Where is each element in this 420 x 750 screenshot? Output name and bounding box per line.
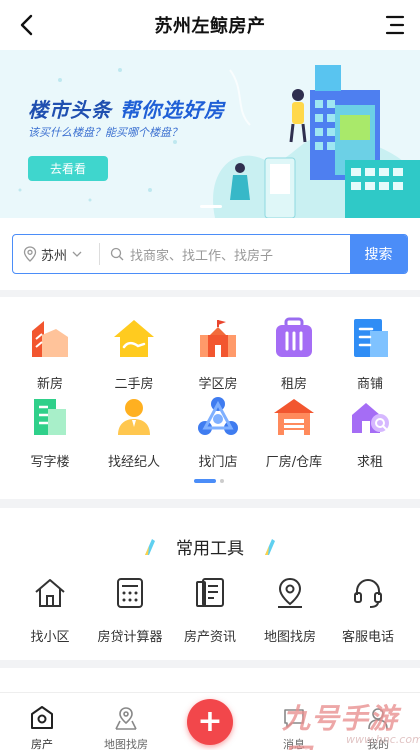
chevron-left-icon[interactable] xyxy=(14,12,40,38)
title-decoration-icon xyxy=(265,539,275,555)
category-label: 租房 xyxy=(280,377,307,392)
category-label: 二手房 xyxy=(114,377,154,392)
app-page: 苏州左鲸房产 楼市头条 帮你选好房 该买什么楼盘？能买哪个楼盘？ 去看看 苏州 … xyxy=(0,0,420,750)
banner-subtitle: 该买什么楼盘？能买哪个楼盘？ xyxy=(28,126,182,139)
top-bar: 苏州左鲸房产 xyxy=(0,0,420,50)
nav-item-messages[interactable]: 消息 xyxy=(252,705,336,750)
tools-title: 常用工具 xyxy=(176,539,244,559)
category-label: 找门店 xyxy=(198,455,238,470)
category-rent[interactable]: 租房 xyxy=(252,317,336,392)
nav-label: 地图找房 xyxy=(104,738,148,750)
category-pagination xyxy=(194,479,224,483)
pager-dot xyxy=(220,479,224,483)
tool-label: 房产资讯 xyxy=(183,630,236,645)
category-label: 厂房/仓库 xyxy=(265,455,323,470)
tool-property-news[interactable]: 房产资讯 xyxy=(168,576,252,645)
pager-dot-active xyxy=(194,479,216,483)
agent-icon xyxy=(118,399,150,435)
category-grid: 新房 二手房 学区房 租房 商铺 写字楼 找经纪人 找门店 厂房/仓库 求租 xyxy=(0,297,420,499)
category-store[interactable]: 找门店 xyxy=(176,395,260,470)
search-input[interactable]: 找商家、找工作、找房子 xyxy=(100,235,350,273)
search-bar: 苏州 找商家、找工作、找房子 搜索 xyxy=(12,234,408,274)
category-agent[interactable]: 找经纪人 xyxy=(92,395,176,470)
map-icon xyxy=(115,707,137,730)
promo-banner[interactable]: 楼市头条 帮你选好房 该买什么楼盘？能买哪个楼盘？ 去看看 xyxy=(0,50,420,218)
nav-item-property[interactable]: 房产 xyxy=(0,705,84,750)
search-button[interactable]: 搜索 xyxy=(350,235,407,273)
nav-label: 消息 xyxy=(283,738,305,750)
category-seek-rent[interactable]: 求租 xyxy=(328,395,412,470)
banner-cta-button[interactable]: 去看看 xyxy=(28,156,108,181)
search-section: 苏州 找商家、找工作、找房子 搜索 xyxy=(0,218,420,290)
tool-find-community[interactable]: 找小区 xyxy=(8,576,92,645)
tool-label: 地图找房 xyxy=(263,630,316,645)
chevron-down-icon xyxy=(72,251,82,257)
tool-customer-service[interactable]: 客服电话 xyxy=(326,576,410,645)
tool-label: 客服电话 xyxy=(341,630,394,645)
category-second-hand[interactable]: 二手房 xyxy=(92,317,176,392)
category-warehouse[interactable]: 厂房/仓库 xyxy=(252,395,336,470)
news-icon xyxy=(196,578,224,607)
search-icon xyxy=(110,247,124,261)
category-office[interactable]: 写字楼 xyxy=(8,395,92,470)
nav-label: 我的 xyxy=(367,738,389,750)
tool-label: 找小区 xyxy=(30,630,70,645)
category-label: 学区房 xyxy=(198,377,238,392)
school-district-icon xyxy=(200,320,236,357)
category-label: 新房 xyxy=(36,377,63,392)
banner-pagination xyxy=(200,205,222,208)
office-building-icon xyxy=(34,399,66,435)
seek-rent-icon xyxy=(352,403,389,433)
message-icon xyxy=(284,709,304,728)
category-school-district[interactable]: 学区房 xyxy=(176,317,260,392)
menu-icon[interactable] xyxy=(382,12,408,38)
user-icon xyxy=(368,708,388,730)
tools-section: 常用工具 找小区 房贷计算器 房产资讯 地图找房 客服电话 xyxy=(0,508,420,660)
map-pin-icon xyxy=(278,577,302,608)
location-icon xyxy=(23,246,37,262)
warehouse-icon xyxy=(274,399,314,435)
category-label: 写字楼 xyxy=(30,455,70,470)
new-house-icon xyxy=(32,321,68,357)
category-new-house[interactable]: 新房 xyxy=(8,317,92,392)
city-selector[interactable]: 苏州 xyxy=(13,235,99,273)
category-label: 找经纪人 xyxy=(107,455,160,470)
add-post-button[interactable]: + xyxy=(187,699,233,745)
house-icon xyxy=(31,706,53,729)
headset-icon xyxy=(354,578,382,608)
rent-icon xyxy=(276,317,312,357)
nav-item-map[interactable]: 地图找房 xyxy=(84,705,168,750)
search-placeholder: 找商家、找工作、找房子 xyxy=(130,248,274,264)
tool-map-search[interactable]: 地图找房 xyxy=(248,576,332,645)
nav-label: 房产 xyxy=(31,738,53,750)
calculator-icon xyxy=(117,578,143,608)
category-shop[interactable]: 商铺 xyxy=(328,317,412,392)
city-illustration xyxy=(213,65,420,218)
banner-headline-a: 楼市头条 xyxy=(28,98,112,122)
nav-item-profile[interactable]: 我的 xyxy=(336,705,420,750)
page-title: 苏州左鲸房产 xyxy=(154,16,266,37)
tool-label: 房贷计算器 xyxy=(97,630,163,645)
category-label: 商铺 xyxy=(356,377,383,392)
bottom-nav: 房产 地图找房 + 消息 我的 xyxy=(0,692,420,750)
store-icon xyxy=(198,397,238,435)
tool-mortgage-calculator[interactable]: 房贷计算器 xyxy=(88,576,172,645)
second-hand-house-icon xyxy=(114,320,154,357)
category-label: 求租 xyxy=(356,455,383,470)
content-strip xyxy=(0,668,420,692)
home-icon xyxy=(35,579,65,607)
city-label: 苏州 xyxy=(41,248,68,264)
shop-icon xyxy=(354,319,388,357)
